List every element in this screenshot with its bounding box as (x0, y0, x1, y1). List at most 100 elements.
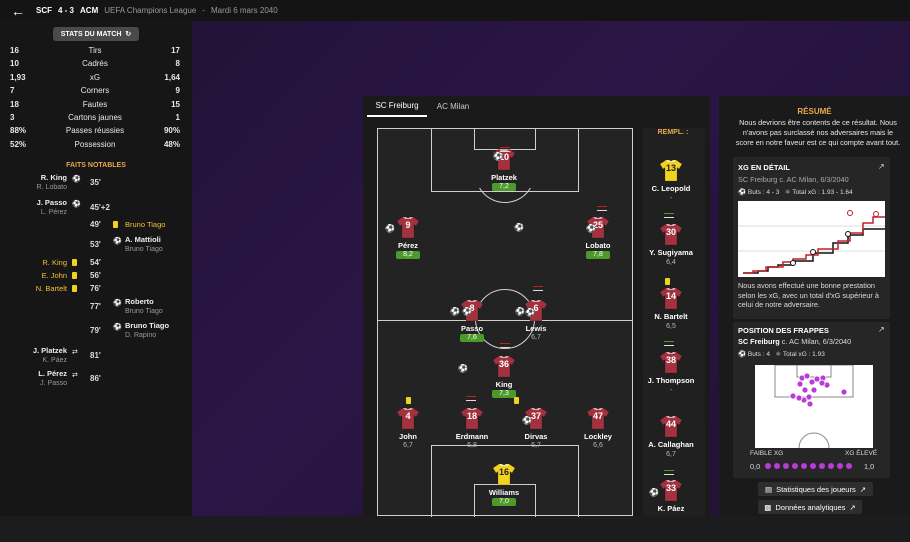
sub-player[interactable]: 44 A. Callaghan 6,7 (641, 414, 701, 478)
xg-goals-line: ⚽ Buts : 4 - 3 ⚛ Total xG : 1.93 - 1.64 (738, 188, 853, 196)
ball-icon: ⚽ (738, 351, 747, 358)
ball-icon: ⚽ (458, 364, 468, 373)
tab-home[interactable]: SC Freiburg (367, 96, 427, 117)
match-header: SCF 4 - 3 ACM UEFA Champions League - Ma… (36, 6, 278, 15)
stat-row: 3 Cartons jaunes 1 (10, 111, 180, 124)
shots-goals: Buts : 4 (747, 351, 770, 358)
ball-icon: ⚽ (515, 307, 525, 316)
stat-row: 88% Passes réussies 90% (10, 124, 180, 137)
player-rating: 7,6 (460, 334, 484, 342)
yellow-card-icon (665, 278, 670, 285)
event-away-player: Bruno Tiago (125, 321, 170, 330)
sub-player[interactable]: 30 Y. Sugiyama 6,4 (641, 222, 701, 286)
sub-player[interactable]: 38 J. Thompson - (641, 350, 701, 414)
resume-title: RÉSUMÉ (797, 107, 832, 116)
player-name: Williams (488, 488, 520, 497)
stat-label: Cadrés (82, 59, 108, 69)
event-minute: 81' (90, 351, 101, 360)
player-stats-button[interactable]: ▤ Statistiques des joueurs ↗ (758, 482, 873, 496)
player-john[interactable]: 4 John 6,7 (378, 406, 438, 470)
player-name: John (399, 432, 417, 441)
stat-home: 52% (10, 139, 27, 149)
player-name: Platzek (491, 173, 517, 182)
stat-row: 10 Cadrés 8 (10, 57, 180, 70)
ball-icon: ⚽ (113, 324, 122, 331)
yellow-card-icon (514, 397, 519, 404)
event-away-player: Bruno Tiago (125, 220, 166, 229)
player-name: Erdmann (455, 432, 489, 441)
shots-card[interactable]: POSITION DES FRAPPES ↗ SC Freiburg c. AC… (733, 322, 890, 478)
stat-label: Possession (74, 139, 116, 149)
event-row: J. Platzek K. Páez ⇄ 81' (0, 346, 192, 370)
yellow-card-icon (113, 221, 118, 228)
analytics-button[interactable]: ▩ Données analytiques ↗ (758, 500, 862, 514)
stat-label: xG (89, 72, 101, 82)
player-williams[interactable]: 16 Williams 7,0 (474, 462, 534, 526)
player-rating: 6,7 (531, 334, 541, 341)
top-bar: ← SCF 4 - 3 ACM UEFA Champions League - … (0, 0, 910, 21)
tab-away[interactable]: AC Milan (428, 96, 478, 117)
player-number: 16 (498, 467, 509, 477)
event-home-player: E. John (41, 271, 67, 280)
subs-title: REMPL. : (657, 129, 689, 136)
shots-map (755, 365, 873, 448)
left-panel: STATS DU MATCH ↻ 16 Tirs 17 10 Cadrés 8 1,93 xG… (0, 21, 192, 516)
stat-row: 7 Corners 9 (10, 84, 180, 97)
expand-icon[interactable]: ↗ (878, 325, 885, 334)
event-away-player: A. Mattioli (125, 235, 161, 244)
event-minute: 56' (90, 271, 101, 280)
xg-scale (765, 463, 852, 469)
stat-home: 16 (10, 46, 19, 55)
xg-card[interactable]: XG EN DÉTAIL ↗ SC Freiburg c. AC Milan, … (733, 157, 890, 319)
player-dirvas[interactable]: 37 Dirvas 6,7 (506, 406, 566, 470)
ball-icon: ⚽ (493, 152, 503, 161)
ball-icon: ⚽ (72, 201, 81, 208)
stats-button[interactable]: STATS DU MATCH ↻ (53, 27, 139, 41)
ball-icon: ⚽ (450, 307, 460, 316)
shots-subtitle: c. AC Milan, 6/3/2040 (779, 337, 852, 346)
player-name: Dirvas (524, 432, 548, 441)
event-minute: 45'+2 (90, 203, 110, 212)
event-home-player: R. King (42, 258, 67, 267)
score: 4 - 3 (58, 6, 75, 15)
scale-dot (837, 463, 843, 469)
player-rating: - (669, 387, 673, 394)
home-abbr: SCF (36, 6, 52, 15)
player-rating: 6,6 (593, 442, 603, 449)
ball-icon: ⚽ (113, 300, 122, 307)
back-arrow-icon[interactable]: ← (0, 0, 36, 21)
xg-subtitle: SC Freiburg c. AC Milan, 6/3/2040 (738, 175, 849, 184)
player-stats-label: Statistiques des joueurs (776, 484, 856, 494)
player-lobato[interactable]: 25 Lobato 7,8 (568, 215, 628, 279)
ball-icon: ⚽ (514, 223, 524, 232)
player-name: N. Bartelt (654, 312, 688, 321)
player-number: 9 (405, 220, 411, 230)
player-number: 30 (665, 227, 676, 237)
expand-icon[interactable]: ↗ (878, 162, 885, 171)
player-rating: 7,8 (586, 251, 610, 259)
event-row: L. Pérez J. Passo ⇄ 86' (0, 369, 192, 393)
event-row: Bruno Tiago D. Rapino ⚽ 79' (0, 321, 192, 345)
player-platzek[interactable]: 10 Platzek 7,2 (474, 147, 534, 211)
player-lockley[interactable]: 47 Lockley 6,6 (568, 406, 628, 470)
event-home-secondary: L. Pérez (40, 209, 67, 216)
stat-row: 18 Fautes 15 (10, 98, 180, 111)
player-number: 38 (665, 355, 676, 365)
stat-row: 52% Possession 48% (10, 138, 180, 151)
player-erdmann[interactable]: 18 Erdmann 6,8 (442, 406, 502, 470)
player-name: Y. Sugiyama (649, 248, 693, 257)
stat-label: Fautes (82, 99, 108, 109)
stat-away: 1 (175, 113, 180, 122)
event-home-player: R. King (40, 173, 67, 182)
player-name: Lockley (584, 432, 612, 441)
scale-min: 0,0 (750, 462, 761, 471)
xg-total-icon: ⚛ (784, 189, 791, 196)
player-name: Passo (460, 324, 484, 333)
sub-arrows-icon (500, 343, 510, 348)
shots-total: Total xG : 1.93 (782, 351, 825, 358)
event-row: R. King R. Lobato ⚽ 35' (0, 173, 192, 197)
player-name: C. Leopold (651, 184, 691, 193)
competition: UEFA Champions League (104, 6, 197, 15)
sub-arrows-icon (466, 396, 476, 401)
scale-dot (819, 463, 825, 469)
